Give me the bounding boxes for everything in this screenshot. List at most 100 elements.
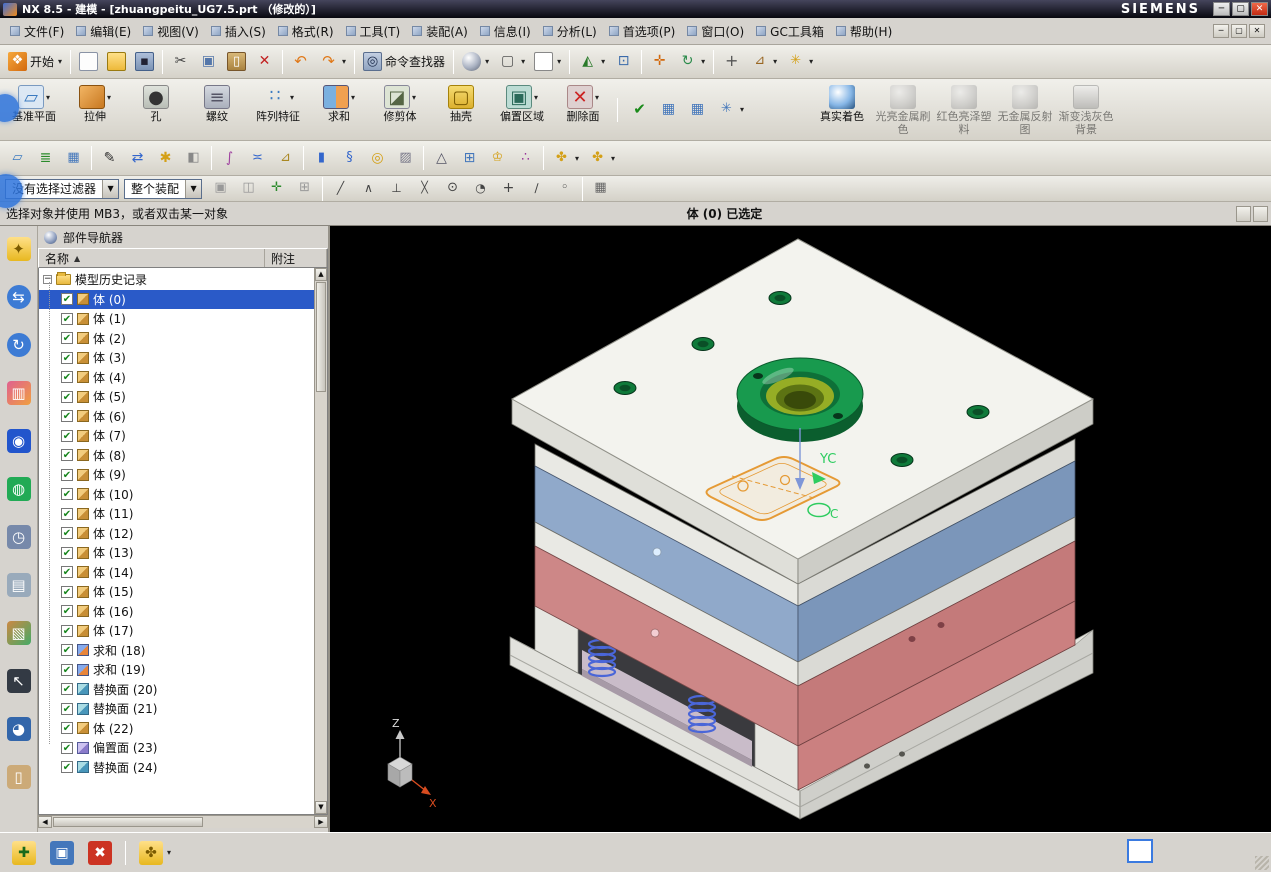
spring-tool-button[interactable]: § bbox=[336, 146, 363, 171]
tree-root-row[interactable]: − 模型历史记录 bbox=[39, 270, 314, 290]
gtac-button[interactable]: ◕ bbox=[3, 714, 35, 744]
checkbox-icon[interactable]: ✔ bbox=[61, 293, 73, 306]
layer-settings-button[interactable]: ≣ bbox=[32, 146, 59, 171]
snap-enable-button[interactable]: ✛ bbox=[263, 176, 290, 201]
checkbox-icon[interactable]: ✔ bbox=[61, 663, 73, 676]
sketch-button[interactable]: ✎ bbox=[96, 146, 123, 171]
scroll-left-icon[interactable]: ◀ bbox=[38, 816, 52, 828]
sync-modeling-button[interactable]: ↻ ▾ bbox=[674, 49, 709, 74]
crown-button[interactable]: ♔ bbox=[484, 146, 511, 171]
start-button[interactable]: ❖ 开始 ▾ bbox=[4, 49, 66, 74]
scroll-track-h[interactable] bbox=[204, 816, 314, 828]
checkbox-icon[interactable]: ✔ bbox=[61, 585, 73, 598]
tree-item-row[interactable]: ✔ 偏置面 (23) bbox=[39, 738, 314, 758]
snap-intersection-button[interactable]: ╳ bbox=[411, 176, 438, 201]
checkbox-icon[interactable]: ✔ bbox=[61, 351, 73, 364]
tree-item-row[interactable]: ✔ 体 (17) bbox=[39, 621, 314, 641]
true-shading-button[interactable]: 真实着色 bbox=[812, 82, 872, 137]
menu-item-12[interactable]: GC工具箱 bbox=[750, 19, 830, 44]
chevron-down-icon[interactable]: ▼ bbox=[102, 179, 119, 198]
tree-item-row[interactable]: ✔ 体 (14) bbox=[39, 563, 314, 583]
thread-button[interactable]: ≡ 螺纹 bbox=[187, 82, 247, 137]
resize-grip-icon[interactable] bbox=[1255, 856, 1269, 870]
tree-item-row[interactable]: ✔ 体 (7) bbox=[39, 426, 314, 446]
sheet-table2-button[interactable]: ▦ bbox=[684, 97, 711, 122]
roles-button[interactable]: ↖ bbox=[3, 666, 35, 696]
menu-item-6[interactable]: 工具(T) bbox=[340, 19, 407, 44]
extrude-button[interactable]: ▾ 拉伸 bbox=[65, 82, 125, 137]
cascade-windows-button[interactable]: ▣ bbox=[46, 838, 78, 868]
scroll-up-icon[interactable]: ▲ bbox=[315, 268, 327, 281]
snap-point-on-face-button[interactable]: ◦ bbox=[551, 176, 578, 201]
tree-item-row[interactable]: ✔ 替换面 (24) bbox=[39, 758, 314, 778]
view-triad[interactable]: Z X bbox=[387, 717, 437, 810]
vertical-scroll-thumb[interactable] bbox=[316, 282, 326, 392]
checkbox-icon[interactable]: ✔ bbox=[61, 644, 73, 657]
menu-item-10[interactable]: 首选项(P) bbox=[603, 19, 682, 44]
system-materials-button[interactable]: ▤ bbox=[3, 570, 35, 600]
tree-item-row[interactable]: ✔ 体 (13) bbox=[39, 543, 314, 563]
new-tab-button[interactable]: ✚ bbox=[8, 838, 40, 868]
snap-toggle-button[interactable]: + bbox=[718, 49, 745, 74]
tree-item-row[interactable]: ✔ 体 (22) bbox=[39, 719, 314, 739]
navigator-horizontal-scrollbar[interactable]: ◀ ▶ bbox=[38, 815, 328, 828]
open-button[interactable] bbox=[103, 49, 130, 74]
checkbox-icon[interactable]: ✔ bbox=[61, 488, 73, 501]
grid-button[interactable]: ⊞ bbox=[456, 146, 483, 171]
checkbox-icon[interactable]: ✔ bbox=[61, 390, 73, 403]
delete-face-button[interactable]: ✕ ▾ 删除面 bbox=[553, 82, 613, 137]
mini-input-box[interactable] bbox=[1127, 839, 1153, 863]
highlight-button[interactable]: ▣ bbox=[207, 176, 234, 201]
maximize-button[interactable]: ▢ bbox=[1232, 2, 1249, 16]
menu-item-4[interactable]: 插入(S) bbox=[205, 19, 272, 44]
measure-button[interactable]: ⊿ ▾ bbox=[746, 49, 781, 74]
column-header-note[interactable]: 附注 bbox=[265, 249, 327, 267]
tree-item-row[interactable]: ✔ 体 (6) bbox=[39, 407, 314, 427]
menu-item-7[interactable]: 装配(A) bbox=[406, 19, 474, 44]
wave-link-button[interactable]: ✤ ▾ bbox=[548, 146, 583, 171]
checkbox-icon[interactable]: ✔ bbox=[61, 507, 73, 520]
copy-button[interactable]: ▣ bbox=[195, 49, 222, 74]
mdi-close-button[interactable]: ✕ bbox=[1249, 24, 1265, 38]
menu-item-11[interactable]: 窗口(O) bbox=[681, 19, 750, 44]
checkbox-icon[interactable]: ✔ bbox=[61, 332, 73, 345]
assembly-navigator-button[interactable]: ✦ bbox=[3, 234, 35, 264]
menu-item-1[interactable]: 文件(F) bbox=[4, 19, 70, 44]
swap-button[interactable]: ⇄ bbox=[124, 146, 151, 171]
tree-item-row[interactable]: ✔ 体 (11) bbox=[39, 504, 314, 524]
shell-button[interactable]: ▢ 抽壳 bbox=[431, 82, 491, 137]
close-button[interactable]: ✕ bbox=[1251, 2, 1268, 16]
trim-body-button[interactable]: ◪ ▾ 修剪体 bbox=[370, 82, 430, 137]
snap-endpoint-button[interactable]: ╱ bbox=[327, 176, 354, 201]
background-button[interactable]: ▾ bbox=[530, 49, 565, 74]
templates-button[interactable]: ▯ bbox=[3, 762, 35, 792]
display-mode-button[interactable]: ◧ bbox=[180, 146, 207, 171]
finish-flag-button[interactable]: ✔ bbox=[626, 97, 653, 122]
mdi-restore-button[interactable]: ▢ bbox=[1231, 24, 1247, 38]
checkbox-icon[interactable]: ✔ bbox=[61, 410, 73, 423]
cylinder-button[interactable]: ▮ bbox=[308, 146, 335, 171]
tree-item-row[interactable]: ✔ 体 (9) bbox=[39, 465, 314, 485]
tools-button[interactable]: ✱ bbox=[152, 146, 179, 171]
molecule-button[interactable]: ∴ bbox=[512, 146, 539, 171]
snap-existing-point-button[interactable]: + bbox=[495, 176, 522, 201]
checkbox-icon[interactable]: ✔ bbox=[61, 566, 73, 579]
tree-item-row[interactable]: ✔ 体 (5) bbox=[39, 387, 314, 407]
offset-region-button[interactable]: ▣ ▾ 偏置区域 bbox=[492, 82, 552, 137]
paste-button[interactable]: ▯ bbox=[223, 49, 250, 74]
navigator-vertical-scrollbar[interactable]: ▲ ▼ bbox=[314, 268, 327, 814]
new-button[interactable] bbox=[75, 49, 102, 74]
checkbox-icon[interactable]: ✔ bbox=[61, 527, 73, 540]
tree-item-row[interactable]: ✔ 体 (3) bbox=[39, 348, 314, 368]
chevron-down-icon[interactable]: ▼ bbox=[185, 179, 202, 198]
scroll-track[interactable] bbox=[315, 393, 327, 801]
star-grid-button[interactable]: ✳ ▾ bbox=[713, 97, 748, 122]
command-finder-button[interactable]: ◎ 命令查找器 bbox=[359, 49, 449, 74]
tree-item-row[interactable]: ✔ 体 (10) bbox=[39, 485, 314, 505]
datum-plane-small-button[interactable]: ▱ bbox=[4, 146, 31, 171]
snap-midpoint-button[interactable]: ∧ bbox=[355, 176, 382, 201]
ring-tool-button[interactable]: ◎ bbox=[364, 146, 391, 171]
menu-item-9[interactable]: 分析(L) bbox=[537, 19, 603, 44]
menu-item-13[interactable]: 帮助(H) bbox=[830, 19, 898, 44]
checkbox-icon[interactable]: ✔ bbox=[61, 624, 73, 637]
